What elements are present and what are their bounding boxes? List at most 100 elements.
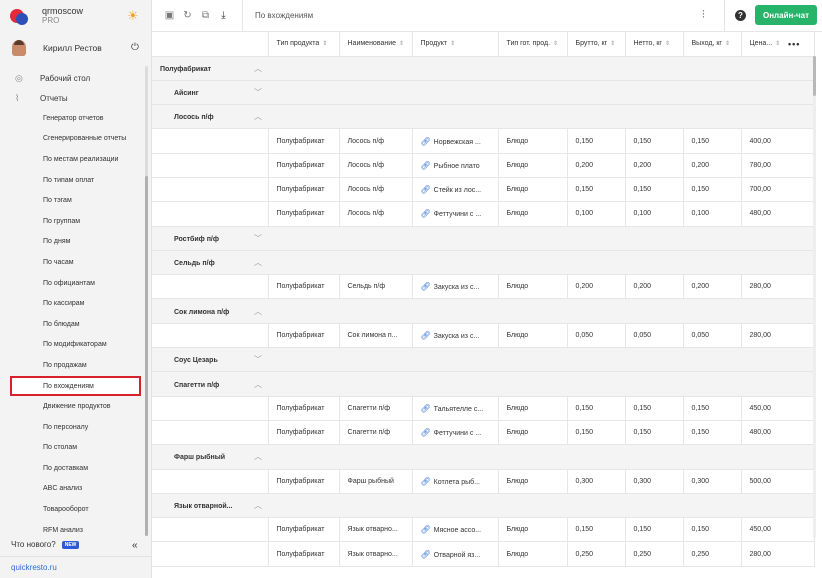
sidebar-subitem[interactable]: По тэгам — [0, 190, 151, 211]
sidebar-subitem[interactable]: По вхождениям — [10, 375, 141, 397]
sidebar-subitem[interactable]: По группам — [0, 211, 151, 232]
table-row[interactable]: Полуфабрикат Лосось п/ф 🔗︎ Стейк из лос... Б… — [152, 177, 815, 203]
table-row[interactable]: Полуфабрикат Лосось п/ф 🔗︎ Феттучини с ... Б… — [152, 201, 815, 227]
sidebar-subitem[interactable]: RFM анализ — [0, 520, 151, 541]
chevron-up-icon[interactable]: ︿ — [254, 257, 262, 268]
link-icon[interactable]: 🔗︎ — [421, 161, 431, 170]
sidebar-subitem[interactable]: По официантам — [0, 273, 151, 294]
sidebar-subitem[interactable]: По типам оплат — [0, 170, 151, 191]
link-icon[interactable]: 🔗︎ — [421, 137, 431, 146]
sidebar-subitem[interactable]: По блюдам — [0, 314, 151, 335]
table-cell[interactable]: 🔗︎ Стейк из лос... — [412, 177, 499, 203]
table-row[interactable]: Полуфабрикат Спагетти п/ф 🔗︎ Тальятелле с..… — [152, 396, 815, 421]
chevron-up-icon[interactable]: ︿ — [254, 63, 262, 74]
group-row[interactable]: Спагетти п/ф ︿ — [152, 371, 814, 397]
sidebar-subitem[interactable]: По дням — [0, 232, 151, 253]
sidebar-subitem[interactable]: По доставкам — [0, 458, 151, 479]
group-row[interactable]: Ростбиф п/ф ﹀ — [152, 226, 814, 251]
grid-scrollbar[interactable] — [813, 56, 816, 538]
table-row[interactable]: Полуфабрикат Язык отварно... 🔗︎ Мясное ассо… — [152, 517, 815, 543]
column-header[interactable]: Нетто, кг ⇕ — [625, 32, 684, 57]
chevron-down-icon[interactable]: ﹀ — [254, 87, 262, 98]
sort-icon[interactable]: ⇕ — [775, 41, 780, 47]
sidebar-item-desktop[interactable]: ◎ Рабочий стол — [0, 68, 151, 88]
column-header[interactable]: Цена... ⇕ — [741, 32, 815, 57]
table-row[interactable]: Полуфабрикат Спагетти п/ф 🔗︎ Феттучини с ..… — [152, 420, 815, 446]
group-row[interactable]: Лосось п/ф ︿ — [152, 104, 814, 130]
power-icon[interactable]: ⏻ — [131, 42, 139, 53]
column-header[interactable]: Продукт ⇕ — [412, 32, 499, 57]
table-row[interactable]: Полуфабрикат Сельдь п/ф 🔗︎ Закуска из с... Б… — [152, 274, 815, 300]
group-row[interactable]: Сок лимона п/ф ︿ — [152, 298, 814, 324]
copy-icon[interactable]: ⧉ — [197, 10, 214, 21]
chevron-up-icon[interactable]: ︿ — [254, 379, 262, 390]
table-row[interactable]: Полуфабрикат Язык отварно... 🔗︎ Отварной яз… — [152, 541, 815, 567]
sidebar-item-reports[interactable]: ⌇ Отчеты — [0, 88, 151, 108]
table-cell[interactable]: 🔗︎ Феттучини с ... — [412, 201, 499, 227]
sidebar-subitem[interactable]: По часам — [0, 252, 151, 273]
sidebar-subitem[interactable]: По продажам — [0, 355, 151, 376]
user-profile[interactable]: Кирилл Рестов ⏻ — [0, 34, 151, 62]
link-icon[interactable]: 🔗︎ — [421, 477, 431, 486]
link-icon[interactable]: 🔗︎ — [421, 331, 431, 340]
group-row[interactable]: Сельдь п/ф ︿ — [152, 250, 814, 276]
footer-link[interactable]: quickresto.ru — [0, 556, 152, 578]
table-cell[interactable]: 🔗︎ Рыбное плато — [412, 153, 499, 178]
table-cell[interactable]: 🔗︎ Закуска из с... — [412, 323, 499, 349]
chevron-down-icon[interactable]: ﹀ — [254, 233, 262, 244]
link-icon[interactable]: 🔗︎ — [421, 525, 431, 534]
sidebar-subitem[interactable]: Генератор отчетов — [0, 108, 151, 129]
theme-sun-icon[interactable]: ☀ — [127, 8, 139, 24]
sort-icon[interactable]: ⇕ — [665, 41, 670, 47]
footer-link-text[interactable]: quickresto.ru — [11, 563, 57, 572]
sidebar-scrollbar[interactable] — [145, 66, 148, 536]
save-icon[interactable]: ▣ — [161, 10, 178, 21]
table-cell[interactable]: 🔗︎ Мясное ассо... — [412, 517, 499, 543]
sidebar-subitem[interactable]: По столам — [0, 438, 151, 459]
column-header[interactable]: Тип продукта ⇕ — [268, 32, 340, 57]
column-header[interactable]: Брутто, кг ⇕ — [567, 32, 626, 57]
collapse-sidebar-icon[interactable]: « — [132, 540, 138, 551]
help-icon[interactable]: ? — [735, 10, 746, 21]
table-cell[interactable]: 🔗︎ Тальятелле с... — [412, 396, 499, 421]
table-row[interactable]: Полуфабрикат Сок лимона п... 🔗︎ Закуска из … — [152, 323, 815, 349]
sort-icon[interactable]: ⇕ — [725, 41, 730, 47]
sidebar-subitem[interactable]: По персоналу — [0, 417, 151, 438]
link-icon[interactable]: 🔗︎ — [421, 185, 431, 194]
sidebar-subitem[interactable]: Движение продуктов — [0, 396, 151, 417]
chevron-up-icon[interactable]: ︿ — [254, 306, 262, 317]
brand[interactable]: qrmoscow PRO ☀ — [0, 0, 151, 32]
chevron-down-icon[interactable]: ﹀ — [254, 354, 262, 365]
table-row[interactable]: Полуфабрикат Фарш рыбный 🔗︎ Котлета рыб... Б… — [152, 469, 815, 494]
sort-icon[interactable]: ⇕ — [399, 41, 404, 47]
sort-icon[interactable]: ⇕ — [553, 41, 558, 47]
sort-icon[interactable]: ⇕ — [610, 41, 615, 47]
whats-new[interactable]: Что нового? NEW — [11, 540, 80, 549]
online-chat-button[interactable]: Онлайн-чат — [755, 5, 817, 25]
column-settings-icon[interactable]: ⫶ — [702, 9, 705, 22]
table-cell[interactable]: 🔗︎ Отварной яз... — [412, 541, 499, 567]
table-cell[interactable]: 🔗︎ Закуска из с... — [412, 274, 499, 300]
table-cell[interactable]: 🔗︎ Норвежская ... — [412, 128, 499, 154]
column-header[interactable]: Тип гот. прод. ⇕ — [498, 32, 568, 57]
sidebar-subitem[interactable]: По кассирам — [0, 293, 151, 314]
sort-icon[interactable]: ⇕ — [450, 41, 455, 47]
sidebar-subitem[interactable]: Товарооборот — [0, 499, 151, 520]
sidebar-subitem[interactable]: ABC анализ — [0, 479, 151, 500]
sidebar-subitem[interactable]: Сгенерированные отчеты — [0, 129, 151, 150]
more-options-icon[interactable]: ••• — [788, 39, 800, 49]
download-icon[interactable]: ⤓ — [215, 10, 232, 21]
chevron-up-icon[interactable]: ︿ — [254, 111, 262, 122]
link-icon[interactable]: 🔗︎ — [421, 282, 431, 291]
chevron-up-icon[interactable]: ︿ — [254, 451, 262, 462]
sidebar-subitem[interactable]: По модификаторам — [0, 335, 151, 356]
group-row[interactable]: Язык отварной... ︿ — [152, 493, 814, 519]
table-row[interactable]: Полуфабрикат Лосось п/ф 🔗︎ Норвежская ... Бл… — [152, 128, 815, 154]
sidebar-subitem[interactable]: По местам реализации — [0, 149, 151, 170]
sort-icon[interactable]: ⇕ — [322, 41, 327, 47]
link-icon[interactable]: 🔗︎ — [421, 404, 431, 413]
refresh-icon[interactable]: ↻ — [179, 10, 196, 21]
column-header[interactable]: Выход, кг ⇕ — [683, 32, 742, 57]
table-row[interactable]: Полуфабрикат Лосось п/ф 🔗︎ Рыбное плато Блюд… — [152, 153, 815, 178]
table-cell[interactable]: 🔗︎ Феттучини с ... — [412, 420, 499, 446]
